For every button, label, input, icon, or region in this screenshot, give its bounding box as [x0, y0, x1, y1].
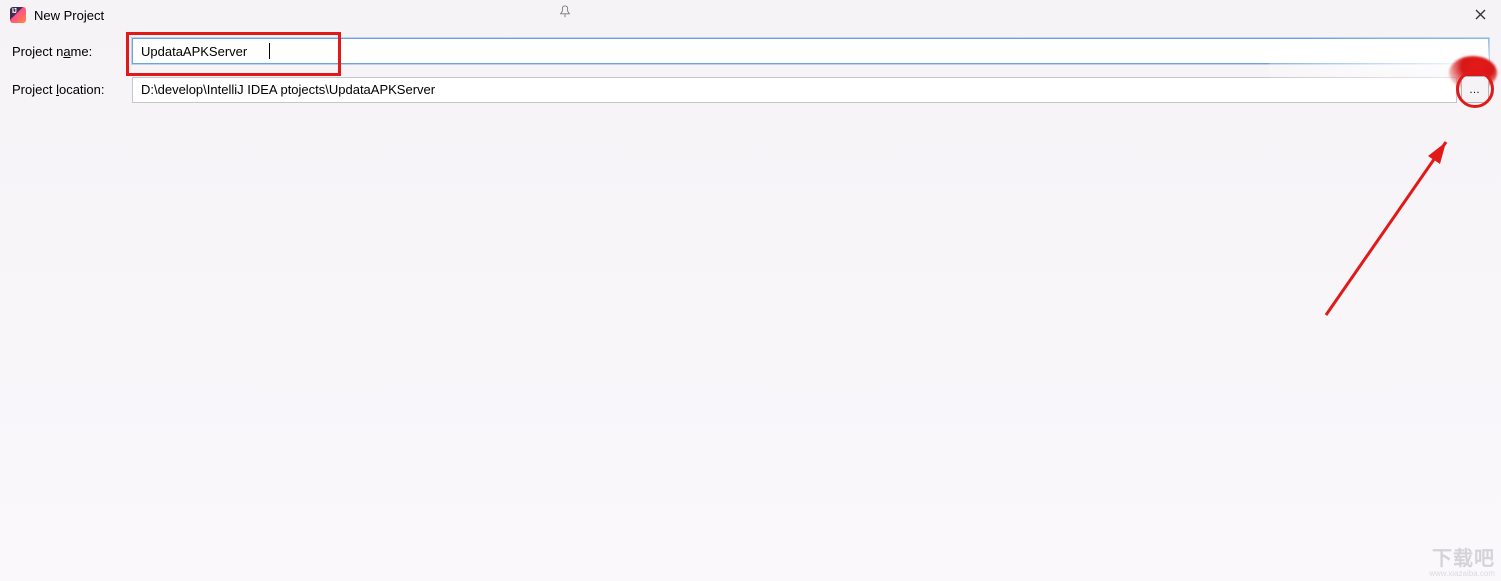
project-location-label: Project location:	[12, 82, 132, 97]
pin-icon	[558, 5, 572, 19]
project-name-input-wrap	[132, 38, 1489, 64]
watermark-text: 下载吧	[1432, 548, 1495, 570]
close-icon	[1475, 9, 1486, 20]
project-name-label: Project name:	[12, 44, 132, 59]
watermark-sub: www.xiazaiba.com	[1429, 570, 1495, 579]
project-location-input[interactable]	[132, 77, 1457, 103]
project-name-input[interactable]	[132, 38, 1489, 64]
watermark: 下载吧 www.xiazaiba.com	[1429, 548, 1495, 579]
browse-button[interactable]: …	[1461, 76, 1489, 103]
project-name-row: Project name:	[12, 38, 1489, 64]
window-title: New Project	[34, 8, 104, 23]
text-caret	[269, 43, 270, 59]
annotation-arrow	[1306, 120, 1466, 320]
project-location-input-wrap: …	[132, 76, 1489, 103]
close-button[interactable]	[1467, 4, 1493, 24]
project-location-row: Project location: …	[12, 76, 1489, 103]
title-bar: New Project	[0, 0, 1501, 30]
intellij-icon	[10, 7, 26, 23]
form-area: Project name: Project location: …	[0, 30, 1501, 103]
